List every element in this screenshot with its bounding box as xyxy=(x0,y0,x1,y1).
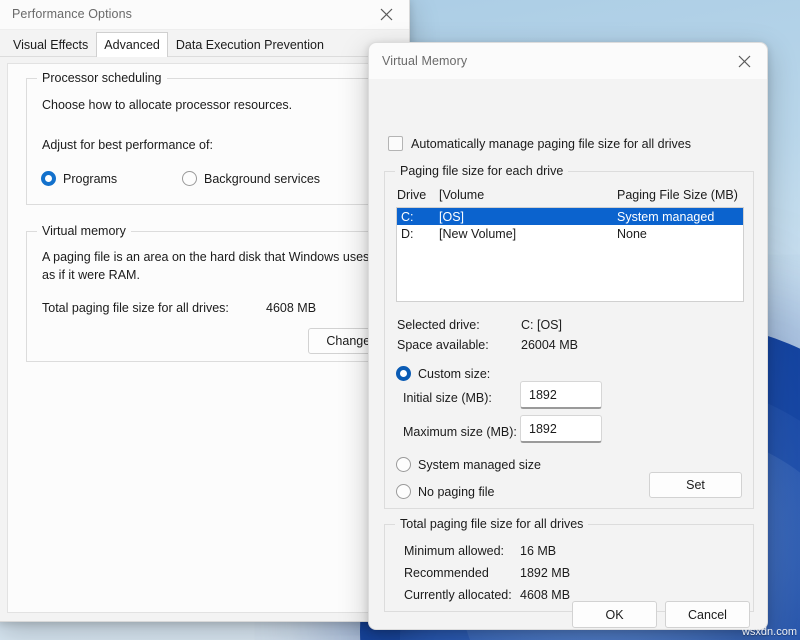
currently-allocated-value: 4608 MB xyxy=(520,588,570,602)
auto-manage-paging-label: Automatically manage paging file size fo… xyxy=(411,137,691,151)
drive-list-header: Drive [Volume Paging File Size (MB) xyxy=(397,188,738,202)
space-available-value: 26004 MB xyxy=(521,338,578,352)
processor-scheduling-legend: Processor scheduling xyxy=(37,71,167,85)
drive-row-volume: [New Volume] xyxy=(439,227,617,241)
radio-programs[interactable]: Programs xyxy=(41,171,117,186)
radio-programs-label: Programs xyxy=(63,172,117,186)
selected-drive-value: C: [OS] xyxy=(521,318,562,332)
virtual-memory-titlebar: Virtual Memory xyxy=(369,43,767,79)
performance-options-tabstrip: Visual Effects Advanced Data Execution P… xyxy=(0,30,409,57)
cancel-button[interactable]: Cancel xyxy=(665,601,750,628)
radio-no-paging-file-indicator xyxy=(396,484,411,499)
close-icon[interactable] xyxy=(722,43,767,79)
radio-programs-indicator xyxy=(41,171,56,186)
drive-row-size: None xyxy=(617,227,739,241)
currently-allocated-label: Currently allocated: xyxy=(404,588,512,602)
minimum-allowed-label: Minimum allowed: xyxy=(404,544,504,558)
recommended-label: Recommended xyxy=(404,566,489,580)
minimum-allowed-value: 16 MB xyxy=(520,544,556,558)
maximum-size-input[interactable]: 1892 xyxy=(520,415,602,443)
virtual-memory-description-line1: A paging file is an area on the hard dis… xyxy=(42,250,369,264)
radio-no-paging-file-label: No paging file xyxy=(418,485,494,499)
total-paging-file-size-group: Total paging file size for all drives Mi… xyxy=(384,524,754,612)
column-header-paging-file-size: Paging File Size (MB) xyxy=(617,188,738,202)
set-button[interactable]: Set xyxy=(649,472,742,498)
tab-visual-effects[interactable]: Visual Effects xyxy=(5,34,96,57)
initial-size-input[interactable]: 1892 xyxy=(520,381,602,409)
performance-options-window: Performance Options Visual Effects Advan… xyxy=(0,0,410,622)
total-paging-file-size-value: 4608 MB xyxy=(266,301,316,315)
total-paging-file-size-legend: Total paging file size for all drives xyxy=(395,517,588,531)
checkbox-indicator xyxy=(388,136,403,151)
tab-data-execution-prevention[interactable]: Data Execution Prevention xyxy=(168,34,332,57)
paging-file-size-group: Paging file size for each drive Drive [V… xyxy=(384,171,754,509)
radio-custom-size-label: Custom size: xyxy=(418,367,490,381)
drive-row-volume: [OS] xyxy=(439,210,617,224)
tab-advanced[interactable]: Advanced xyxy=(96,32,168,58)
virtual-memory-description-line2: as if it were RAM. xyxy=(42,268,140,282)
virtual-memory-title: Virtual Memory xyxy=(369,54,467,68)
selected-drive-label: Selected drive: xyxy=(397,318,480,332)
column-header-volume: [Volume xyxy=(439,188,617,202)
total-paging-file-size-label: Total paging file size for all drives: xyxy=(42,301,229,315)
space-available-label: Space available: xyxy=(397,338,489,352)
performance-options-title: Performance Options xyxy=(0,7,132,21)
initial-size-label: Initial size (MB): xyxy=(403,391,492,405)
processor-scheduling-description: Choose how to allocate processor resourc… xyxy=(42,98,292,112)
table-row[interactable]: C: [OS] System managed xyxy=(397,208,743,225)
auto-manage-paging-checkbox[interactable]: Automatically manage paging file size fo… xyxy=(388,136,691,151)
column-header-drive: Drive xyxy=(397,188,439,202)
ok-button[interactable]: OK xyxy=(572,601,657,628)
watermark: wsxdn.com xyxy=(742,626,797,638)
virtual-memory-group: Virtual memory A paging file is an area … xyxy=(26,231,382,362)
virtual-memory-dialog: Virtual Memory Automatically manage pagi… xyxy=(368,42,768,630)
table-row[interactable]: D: [New Volume] None xyxy=(397,225,743,242)
drive-row-drive: C: xyxy=(401,210,439,224)
recommended-value: 1892 MB xyxy=(520,566,570,580)
radio-background-services-indicator xyxy=(182,171,197,186)
radio-background-services[interactable]: Background services xyxy=(182,171,320,186)
processor-scheduling-group: Processor scheduling Choose how to alloc… xyxy=(26,78,382,205)
radio-system-managed-size[interactable]: System managed size xyxy=(396,457,541,472)
advanced-tab-page: Processor scheduling Choose how to alloc… xyxy=(7,63,401,613)
radio-custom-size-indicator xyxy=(396,366,411,381)
adjust-performance-label: Adjust for best performance of: xyxy=(42,138,213,152)
radio-system-managed-size-label: System managed size xyxy=(418,458,541,472)
drive-row-size: System managed xyxy=(617,210,739,224)
performance-options-titlebar: Performance Options xyxy=(0,0,409,30)
drive-row-drive: D: xyxy=(401,227,439,241)
close-icon[interactable] xyxy=(364,0,409,30)
maximum-size-label: Maximum size (MB): xyxy=(403,425,517,439)
paging-file-size-legend: Paging file size for each drive xyxy=(395,164,568,178)
drive-list[interactable]: C: [OS] System managed D: [New Volume] N… xyxy=(396,207,744,302)
radio-system-managed-size-indicator xyxy=(396,457,411,472)
radio-no-paging-file[interactable]: No paging file xyxy=(396,484,494,499)
radio-background-services-label: Background services xyxy=(204,172,320,186)
virtual-memory-legend: Virtual memory xyxy=(37,224,131,238)
radio-custom-size[interactable]: Custom size: xyxy=(396,366,490,381)
